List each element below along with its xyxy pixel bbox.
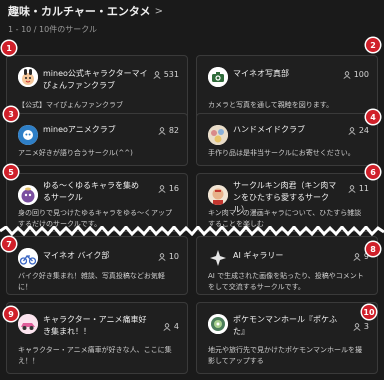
handmade-club-avatar-icon (208, 125, 228, 145)
ai-gallery-avatar-icon (208, 248, 228, 268)
member-count: 531 (153, 70, 179, 79)
rank-badge: 1 (2, 41, 16, 55)
circle-name: キャラクター・アニメ痛車好き集まれ！！ (43, 315, 147, 336)
anime-club-avatar-icon (18, 125, 38, 145)
circle-name: AI ギャラリー (233, 251, 284, 260)
member-count: 10 (158, 252, 179, 261)
member-count: 11 (348, 184, 369, 193)
rank-badge: 2 (366, 38, 380, 52)
circle-description: バイク好き集まれ！雑談、写真投稿などお気軽に！ (18, 272, 165, 291)
circle-name: ポケモンマンホール『ポケふた』 (233, 315, 337, 336)
person-icon (353, 252, 361, 261)
person-icon (348, 126, 356, 135)
circle-card-5[interactable]: ゆる～くゆるキャラを集めるサークル 16 身の回りで見つけたゆるキャラをゆる～く… (6, 173, 188, 232)
member-count: 3 (353, 322, 369, 331)
rank-badge: 6 (366, 165, 380, 179)
circle-card-9[interactable]: キャラクター・アニメ痛車好き集まれ！！ 4 キャラクター・アニメ痛車が好きな人、… (6, 302, 188, 374)
rank-badge: 5 (4, 165, 18, 179)
kinnikuman-avatar-icon (208, 185, 228, 205)
circle-name: ゆる～くゆるキャラを集めるサークル (43, 181, 139, 202)
circle-description: AI で生成された画像を貼ったり、投稿やコメントをして交流するサークルです。 (208, 272, 364, 291)
person-icon (158, 252, 166, 261)
circle-description: 【公式】マイぴょんファンクラブ (18, 101, 123, 109)
torn-edge-divider (0, 226, 384, 236)
person-icon (153, 70, 161, 79)
rank-badge: 3 (4, 107, 18, 121)
member-count: 4 (163, 322, 179, 331)
circle-description: アニメ好きが語り合うサークル(^^) (18, 149, 133, 157)
category-header[interactable]: 趣味・カルチャー・エンタメ > (8, 4, 163, 18)
bike-club-avatar-icon (18, 248, 38, 268)
person-icon (158, 184, 166, 193)
chevron-right-icon: > (154, 5, 163, 17)
circle-name: mineo公式キャラクターマイぴょんファンクラブ (43, 69, 148, 90)
person-icon (343, 70, 351, 79)
yurukyara-avatar-icon (18, 185, 38, 205)
circle-card-8[interactable]: AI ギャラリー 9 AI で生成された画像を貼ったり、投稿やコメントをして交流… (196, 236, 378, 295)
maipyon-avatar-icon (18, 67, 38, 87)
circle-description: 手作り品は是非当サークルにお寄せください。 (208, 149, 355, 157)
circle-card-4[interactable]: ハンドメイドクラブ 24 手作り品は是非当サークルにお寄せください。 (196, 113, 378, 166)
pokefuta-avatar-icon (208, 314, 228, 334)
circle-description: キャラクター・アニメ痛車が好きな人、ここに集え！！ (18, 346, 172, 365)
circle-name: マイネオ写真部 (233, 69, 289, 78)
rank-badge: 8 (366, 242, 380, 256)
person-icon (163, 322, 171, 331)
itasha-avatar-icon (18, 314, 38, 334)
circle-description: 地元や旅行先で見かけたポケモンマンホールを撮影してアップする (208, 346, 362, 365)
circle-card-6[interactable]: サークルキン肉君（キン肉マンをひたすら愛するサークル） 11 キン肉マンの漫画キ… (196, 173, 378, 232)
circle-name: mineoアニメクラブ (43, 125, 116, 134)
member-count: 24 (348, 126, 369, 135)
person-icon (353, 322, 361, 331)
person-icon (158, 126, 166, 135)
circle-card-7[interactable]: マイネオ バイク部 10 バイク好き集まれ！雑談、写真投稿などお気軽に！ (6, 236, 188, 295)
circle-description: カメラと写真を通して親睦を図ります。 (208, 101, 334, 109)
member-count: 16 (158, 184, 179, 193)
circle-card-10[interactable]: ポケモンマンホール『ポケふた』 3 地元や旅行先で見かけたポケモンマンホールを撮… (196, 302, 378, 374)
person-icon (348, 184, 356, 193)
rank-badge: 10 (362, 305, 376, 319)
category-title: 趣味・カルチャー・エンタメ (8, 5, 151, 18)
circle-name: マイネオ バイク部 (43, 251, 110, 260)
rank-badge: 9 (4, 307, 18, 321)
camera-club-avatar-icon (208, 67, 228, 87)
result-count: 1 - 10 / 10件のサークル (8, 25, 97, 34)
circle-name: ハンドメイドクラブ (233, 125, 305, 134)
rank-badge: 4 (366, 110, 380, 124)
member-count: 82 (158, 126, 179, 135)
circle-card-3[interactable]: mineoアニメクラブ 82 アニメ好きが語り合うサークル(^^) (6, 113, 188, 166)
rank-badge: 7 (2, 237, 16, 251)
member-count: 100 (343, 70, 369, 79)
